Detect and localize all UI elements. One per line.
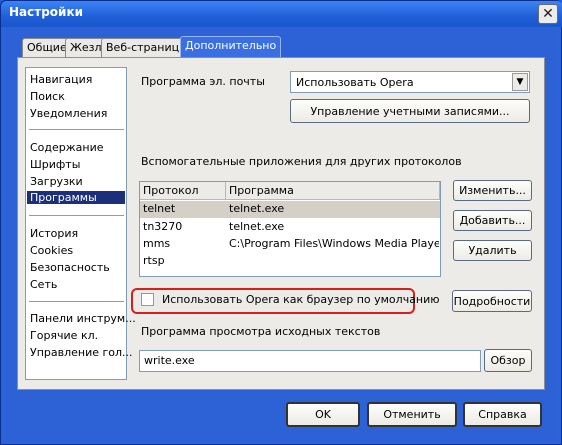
source-viewer-label: Программа просмотра исходных текстов	[141, 325, 381, 338]
column-header-protocol[interactable]: Протокол	[140, 182, 226, 200]
sidebar-divider	[29, 215, 124, 216]
sidebar-item-notifications[interactable]: Уведомления	[30, 107, 107, 120]
default-browser-label[interactable]: Использовать Opera как браузер по умолча…	[162, 293, 440, 306]
mail-program-value: Использовать Opera	[296, 76, 414, 89]
sidebar-divider	[29, 301, 124, 302]
sidebar-item-navigation[interactable]: Навигация	[30, 73, 92, 86]
table-cell-program[interactable]: telnet.exe	[229, 202, 284, 215]
tab-web-pages[interactable]: Веб-страницы	[101, 38, 193, 58]
details-button[interactable]: Подробности	[452, 290, 532, 312]
edit-button[interactable]: Изменить...	[453, 180, 532, 201]
settings-category-list[interactable]: Навигация Поиск Уведомления Содержание Ш…	[25, 67, 136, 380]
table-cell-program[interactable]: telnet.exe	[229, 220, 284, 233]
cancel-button[interactable]: Отменить	[367, 402, 457, 427]
mail-program-select[interactable]: Использовать Opera ▼	[290, 71, 530, 93]
table-cell-protocol[interactable]: telnet	[143, 202, 175, 215]
default-browser-checkbox[interactable]	[141, 293, 154, 306]
table-row-selected	[140, 201, 440, 218]
protocols-table[interactable]: Протокол Программа telnet telnet.exe tn3…	[139, 181, 441, 277]
table-cell-protocol[interactable]: mms	[143, 237, 170, 250]
browse-button[interactable]: Обзор	[484, 349, 532, 372]
window-title: Настройки	[9, 5, 84, 19]
chevron-down-icon[interactable]: ▼	[512, 73, 528, 91]
protocols-label: Вспомогательные приложения для других пр…	[141, 155, 462, 168]
add-button[interactable]: Добавить...	[453, 210, 532, 231]
source-viewer-input[interactable]: write.exe	[139, 350, 481, 372]
table-cell-protocol[interactable]: tn3270	[143, 220, 182, 233]
sidebar-item-programs[interactable]: Программы	[27, 191, 125, 204]
close-icon: ✕	[542, 6, 554, 22]
ok-button[interactable]: OK	[286, 402, 360, 427]
sidebar-divider	[29, 129, 124, 130]
sidebar-item-search[interactable]: Поиск	[30, 90, 65, 103]
mail-program-label: Программа эл. почты	[141, 75, 265, 88]
sidebar-item-history[interactable]: История	[30, 227, 78, 240]
sidebar-item-network[interactable]: Сеть	[30, 278, 57, 291]
delete-button[interactable]: Удалить	[453, 240, 532, 261]
table-cell-program[interactable]: C:\Program Files\Windows Media Player\..…	[229, 237, 439, 250]
manage-accounts-button[interactable]: Управление учетными записями...	[290, 99, 530, 123]
sidebar-item-voice-control[interactable]: Управление гол...	[30, 346, 133, 359]
table-cell-protocol[interactable]: rtsp	[143, 254, 165, 267]
sidebar-item-shortcuts[interactable]: Горячие кл.	[30, 329, 98, 342]
help-button[interactable]: Справка	[463, 402, 542, 427]
sidebar-item-cookies[interactable]: Cookies	[30, 244, 73, 257]
column-header-program[interactable]: Программа	[226, 182, 440, 200]
close-button[interactable]: ✕	[538, 4, 558, 24]
sidebar-item-downloads[interactable]: Загрузки	[30, 175, 83, 188]
sidebar-item-security[interactable]: Безопасность	[30, 261, 110, 274]
sidebar-item-content[interactable]: Содержание	[30, 141, 104, 154]
title-bar[interactable]: Настройки ✕	[1, 1, 562, 27]
sidebar-item-toolbars[interactable]: Панели инструм...	[30, 312, 136, 325]
tab-advanced[interactable]: Дополнительно	[180, 36, 282, 59]
sidebar-item-fonts[interactable]: Шрифты	[30, 158, 80, 171]
